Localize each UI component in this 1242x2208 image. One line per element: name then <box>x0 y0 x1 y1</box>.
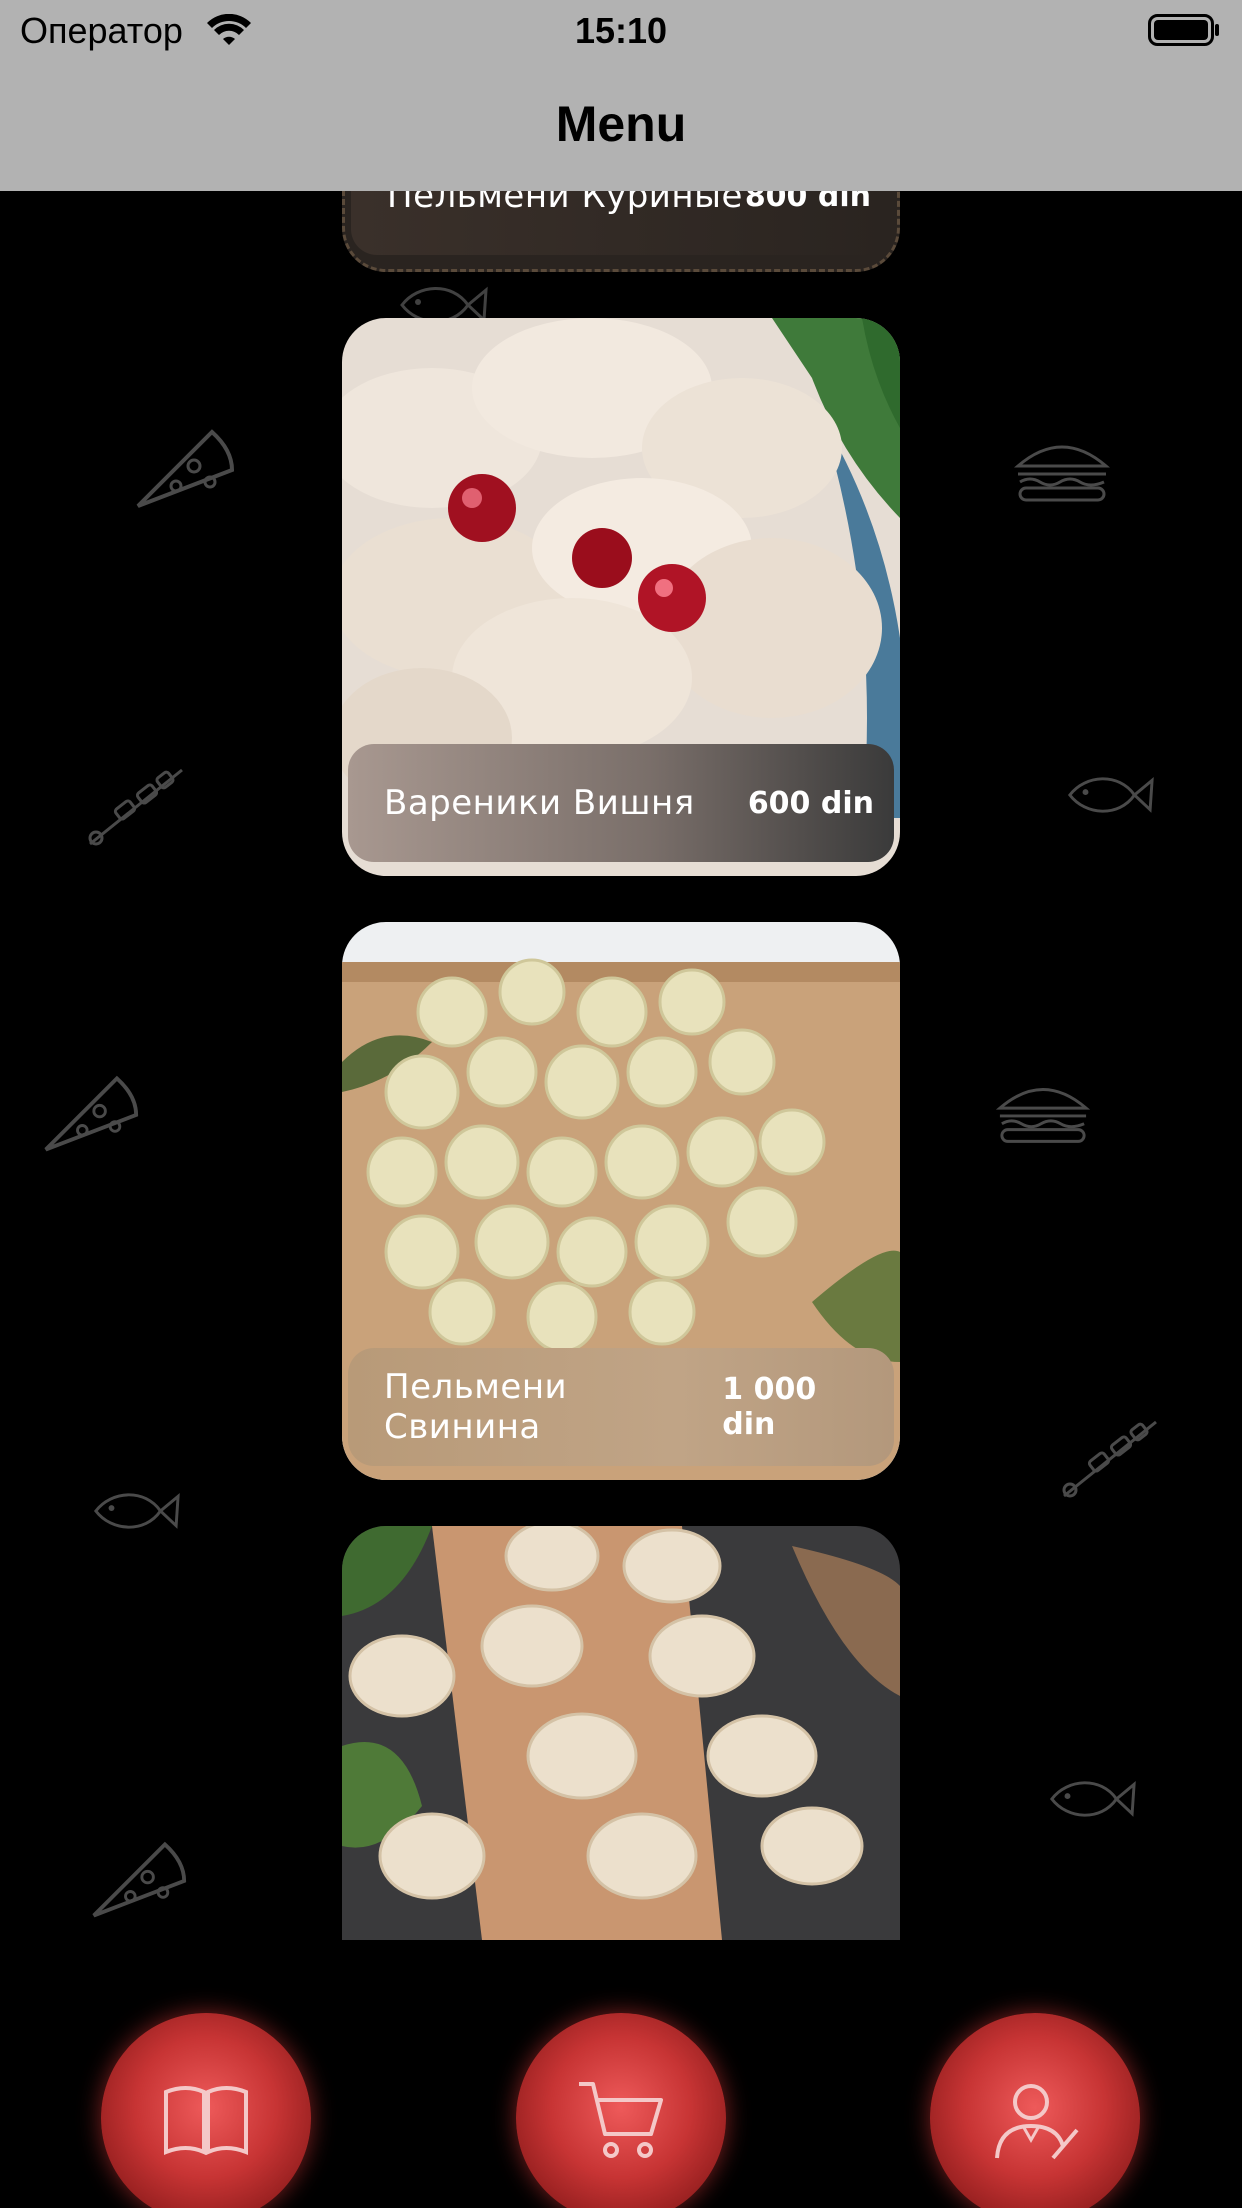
chef-profile-icon <box>995 2084 1079 2160</box>
cart-button[interactable] <box>516 2013 726 2208</box>
dish-price: 1 000 din <box>722 1372 817 1442</box>
fish-icon <box>1062 766 1156 824</box>
burger-icon <box>1013 440 1111 502</box>
cart-icon <box>579 2082 663 2158</box>
book-icon <box>164 2086 248 2156</box>
burger-icon <box>995 1082 1091 1144</box>
pizza-slice-icon <box>132 426 236 510</box>
battery-icon <box>1148 14 1220 46</box>
menu-card[interactable] <box>342 1526 900 1940</box>
menu-card[interactable]: Вареники Вишня 600 din <box>342 318 900 876</box>
status-time: 15:10 <box>574 10 668 51</box>
skewer-icon <box>1060 1412 1160 1502</box>
skewer-icon <box>86 760 186 850</box>
profile-button[interactable] <box>930 2013 1140 2208</box>
dish-name: Вареники Вишня <box>384 783 695 823</box>
fish-icon <box>1044 1770 1138 1828</box>
dish-name: Пельмени Свинина <box>384 1367 568 1447</box>
dish-price: 600 din <box>747 785 874 821</box>
page-title: Menu <box>555 96 687 152</box>
menu-card-label-bar: Пельмени Свинина 1 000 din <box>348 1348 894 1466</box>
pizza-slice-icon <box>88 1838 188 1920</box>
pizza-slice-icon <box>40 1072 140 1154</box>
dish-photo <box>342 1526 900 1940</box>
top-bar: Оператор 15:10 Menu <box>0 0 1242 191</box>
menu-card[interactable]: Пельмени Свинина 1 000 din <box>342 922 900 1480</box>
menu-card-label-bar: Вареники Вишня 600 din <box>348 744 894 862</box>
fish-icon <box>88 1482 182 1540</box>
menu-book-button[interactable] <box>101 2013 311 2208</box>
